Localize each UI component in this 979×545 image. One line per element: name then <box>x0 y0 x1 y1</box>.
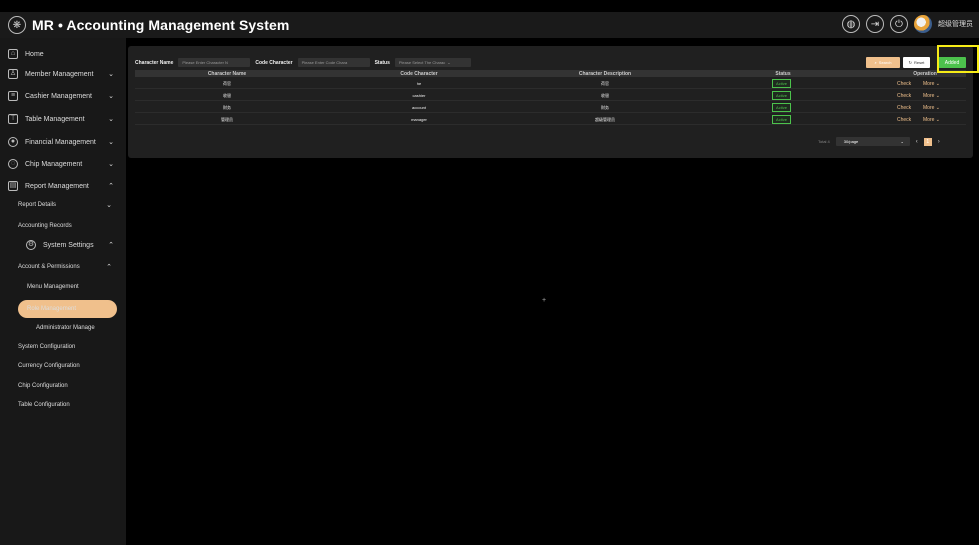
status-label: Status <box>374 59 390 66</box>
sidebar-item-member-management[interactable]: ♙ Member Management ⌄ <box>8 66 120 82</box>
table-row: 管理员 manager 超级管理员 Active Check More ⌄ <box>135 114 966 125</box>
pagination: Total 4 30/page ⌄ ‹ 1 › <box>818 137 940 146</box>
sidebar-item-administrator-manage[interactable]: Administrator Manage <box>36 322 136 334</box>
sidebar-item-account-permissions[interactable]: Account & Permissions ⌃ <box>18 261 118 273</box>
page-size-select[interactable]: 30/page ⌄ <box>835 137 910 146</box>
status-badge: Active <box>772 91 791 100</box>
chevron-down-icon: ⌄ <box>108 71 114 78</box>
member-icon: ♙ <box>8 69 18 79</box>
next-page-icon[interactable]: › <box>938 139 940 145</box>
chevron-down-icon: ⌄ <box>108 161 114 168</box>
chevron-down-icon: ⌄ <box>900 139 904 144</box>
sidebar-item-report-details[interactable]: Report Details ⌄ <box>18 199 118 211</box>
chip-icon: ◌ <box>8 159 18 169</box>
check-link[interactable]: Check <box>897 81 911 87</box>
highlight-box <box>937 45 979 73</box>
refresh-icon: ↻ <box>908 60 912 65</box>
sidebar-item-accounting-records[interactable]: Accounting Records <box>18 220 118 232</box>
cursor-crosshair-icon: + <box>542 297 547 304</box>
sidebar-item-role-management[interactable]: Role Management <box>27 303 127 315</box>
character-name-input[interactable]: Please Enter Character N <box>178 58 251 67</box>
chevron-down-icon: ⌄ <box>106 202 112 209</box>
sidebar: ⌂ Home ♙ Member Management ⌄ ≡ Cashier M… <box>0 38 126 545</box>
code-character-label: Code Character <box>255 59 293 66</box>
sidebar-item-chip-configuration[interactable]: Chip Configuration <box>18 380 118 392</box>
app-logo: ❋ <box>8 16 26 34</box>
top-actions: ◍ ⇥ ⏻ 超级管理员 <box>842 15 973 33</box>
table-header: Character Name Code Character Character … <box>135 70 966 77</box>
main-panel: Character Name Please Enter Character N … <box>128 46 973 158</box>
table-icon: ⊤ <box>8 114 18 124</box>
table-row: 收银 cashier 收银 Active Check More ⌄ <box>135 90 966 101</box>
header-character-name: Character Name <box>207 71 247 77</box>
status-badge: Active <box>772 115 791 124</box>
status-select[interactable]: Please Select The Charac ⌄ <box>394 58 471 67</box>
settings-icon: ⚙ <box>26 240 36 250</box>
check-link[interactable]: Check <box>897 105 911 111</box>
table-row: 财务 account 财务 Active Check More ⌄ <box>135 102 966 113</box>
character-name-label: Character Name <box>135 59 174 66</box>
sidebar-item-home[interactable]: ⌂ Home <box>8 46 120 62</box>
header-operation: Operation <box>913 71 937 77</box>
sidebar-item-system-settings[interactable]: ⚙ System Settings ⌃ <box>26 237 120 253</box>
check-link[interactable]: Check <box>897 117 911 123</box>
more-dropdown[interactable]: More ⌄ <box>923 117 940 123</box>
logout-icon[interactable]: ⇥ <box>866 15 884 33</box>
sidebar-item-cashier-management[interactable]: ≡ Cashier Management ⌄ <box>8 88 120 104</box>
header-character-description: Character Description <box>578 71 632 77</box>
sidebar-item-menu-management[interactable]: Menu Management <box>27 281 127 293</box>
app-title: MR • Accounting Management System <box>32 17 290 33</box>
top-bar: ❋ MR • Accounting Management System ◍ ⇥ … <box>0 12 979 38</box>
report-icon: ▤ <box>8 181 18 191</box>
sidebar-item-currency-configuration[interactable]: Currency Configuration <box>18 360 118 372</box>
status-badge: Active <box>772 79 791 88</box>
table-row: 荷官 he 荷官 Active Check More ⌄ <box>135 78 966 89</box>
reset-button[interactable]: ↻ Reset <box>903 57 930 68</box>
header-status: Status <box>775 71 791 77</box>
home-icon: ⌂ <box>8 49 18 59</box>
filter-bar: Character Name Please Enter Character N … <box>135 58 471 67</box>
sidebar-item-table-management[interactable]: ⊤ Table Management ⌄ <box>8 111 120 127</box>
sidebar-item-table-configuration[interactable]: Table Configuration <box>18 399 118 411</box>
sidebar-item-report-management[interactable]: ▤ Report Management ⌃ <box>8 178 120 194</box>
search-icon: ⌕ <box>874 60 877 65</box>
chevron-up-icon: ⌃ <box>108 183 114 190</box>
more-dropdown[interactable]: More ⌄ <box>923 81 940 87</box>
prev-page-icon[interactable]: ‹ <box>916 139 918 145</box>
cashier-icon: ≡ <box>8 91 18 101</box>
more-dropdown[interactable]: More ⌄ <box>923 93 940 99</box>
check-link[interactable]: Check <box>897 93 911 99</box>
search-button[interactable]: ⌕ Search <box>866 57 900 68</box>
chevron-down-icon: ⌄ <box>447 60 451 65</box>
sidebar-item-system-configuration[interactable]: System Configuration <box>18 341 118 353</box>
more-dropdown[interactable]: More ⌄ <box>923 105 940 111</box>
avatar[interactable] <box>914 15 932 33</box>
header-code-character: Code Character <box>400 71 438 77</box>
sidebar-item-chip-management[interactable]: ◌ Chip Management ⌄ <box>8 156 120 172</box>
user-name[interactable]: 超级管理员 <box>938 19 973 29</box>
page-number[interactable]: 1 <box>923 137 932 146</box>
code-character-input[interactable]: Please Enter Code Chara <box>297 58 370 67</box>
chevron-down-icon: ⌄ <box>108 116 114 123</box>
globe-icon[interactable]: ◍ <box>842 15 860 33</box>
chevron-down-icon: ⌄ <box>108 93 114 100</box>
power-icon[interactable]: ⏻ <box>890 15 908 33</box>
chevron-down-icon: ⌄ <box>108 139 114 146</box>
status-badge: Active <box>772 103 791 112</box>
chevron-up-icon: ⌃ <box>106 264 112 271</box>
total-count: Total 4 <box>818 139 830 144</box>
sidebar-item-financial-management[interactable]: ● Financial Management ⌄ <box>8 134 120 150</box>
finance-icon: ● <box>8 137 18 147</box>
chevron-up-icon: ⌃ <box>108 242 114 249</box>
